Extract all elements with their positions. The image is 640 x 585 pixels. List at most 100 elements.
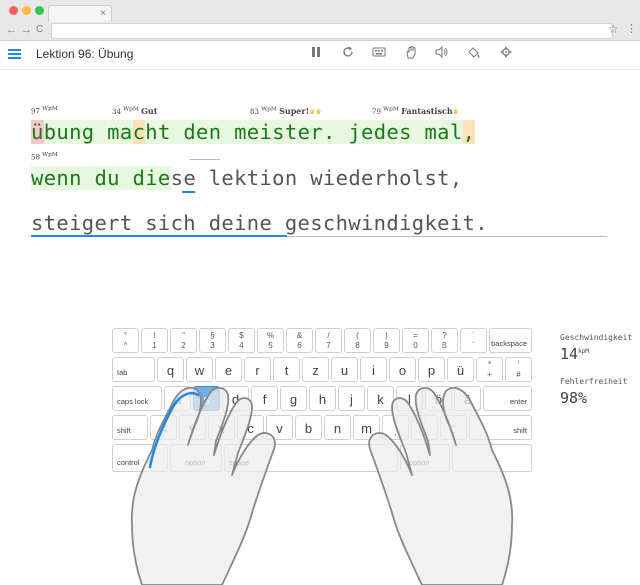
- key-w[interactable]: w: [186, 357, 213, 382]
- key-space[interactable]: space: [224, 444, 398, 472]
- forward-icon[interactable]: →: [21, 23, 32, 37]
- close-window-button[interactable]: [9, 6, 18, 15]
- key-f[interactable]: f: [251, 386, 278, 411]
- accuracy-value: 98%: [560, 389, 588, 407]
- key-1[interactable]: ! 1: [141, 328, 168, 353]
- key-l[interactable]: l: [396, 386, 423, 411]
- tab-close-icon[interactable]: ×: [100, 7, 106, 21]
- key-6[interactable]: & 6: [286, 328, 313, 353]
- key-d[interactable]: d: [222, 386, 249, 411]
- gear-icon[interactable]: [498, 46, 514, 61]
- wpm-marker: 97 WpM: [31, 106, 58, 116]
- key-oe[interactable]: ö: [425, 386, 452, 411]
- stats-panel: Geschwindigkeit 14kpM Fehlerfreiheit 98%: [560, 333, 640, 407]
- key-enter[interactable]: enter: [483, 386, 532, 411]
- key-accent[interactable]: ` ´: [460, 328, 487, 353]
- back-icon[interactable]: ←: [6, 23, 17, 37]
- key-comma[interactable]: ;,: [382, 415, 409, 440]
- key-3[interactable]: § 3: [199, 328, 226, 353]
- key-e[interactable]: e: [215, 357, 242, 382]
- key-period[interactable]: :.: [411, 415, 438, 440]
- key-a[interactable]: a: [164, 386, 191, 411]
- key-j[interactable]: j: [338, 386, 365, 411]
- key-ae[interactable]: ä: [454, 386, 481, 411]
- word-underline: [190, 159, 220, 160]
- key-ue[interactable]: ü: [447, 357, 474, 382]
- key-tab[interactable]: tab: [112, 357, 155, 382]
- key-5[interactable]: % 5: [257, 328, 284, 353]
- restart-icon[interactable]: [340, 46, 356, 61]
- browser-chrome: × ← → C ☆ ⋮: [0, 0, 640, 41]
- accuracy-label: Fehlerfreiheit: [560, 377, 628, 386]
- key-b[interactable]: b: [295, 415, 322, 440]
- key-minus[interactable]: _ -: [440, 415, 467, 440]
- pause-icon[interactable]: [308, 46, 324, 61]
- key-t[interactable]: t: [273, 357, 300, 382]
- wpm-marker: 79 WpM Fantastisch♛: [372, 106, 459, 116]
- progress-underline: [31, 235, 287, 237]
- reload-icon[interactable]: C: [36, 23, 43, 37]
- wpm-marker: 83 WpM Super!♛♛: [250, 106, 322, 116]
- key-o[interactable]: o: [389, 357, 416, 382]
- key-k[interactable]: k: [367, 386, 394, 411]
- key-2[interactable]: " 2: [170, 328, 197, 353]
- speed-label: Geschwindigkeit: [560, 333, 633, 342]
- key-4[interactable]: $4: [228, 328, 255, 353]
- line-underline: [287, 236, 607, 237]
- typed-char-error: ü: [31, 120, 44, 144]
- key-z[interactable]: z: [302, 357, 329, 382]
- key-m[interactable]: m: [353, 415, 380, 440]
- keyboard-icon[interactable]: [371, 46, 387, 61]
- key-shift-left[interactable]: shift: [112, 415, 148, 440]
- hand-icon[interactable]: [403, 45, 419, 62]
- key-8[interactable]: (8: [344, 328, 371, 353]
- key-control[interactable]: control: [112, 444, 168, 472]
- key-option-right[interactable]: option: [400, 444, 450, 472]
- key-eszett[interactable]: ? ß: [431, 328, 458, 353]
- typed-char-corrected: ,: [462, 120, 476, 144]
- key-less-than[interactable]: <: [150, 415, 177, 440]
- sound-icon[interactable]: [434, 45, 450, 61]
- browser-tab[interactable]: ×: [48, 5, 112, 22]
- hamburger-menu-icon[interactable]: [8, 49, 21, 59]
- key-h[interactable]: h: [309, 386, 336, 411]
- crown-icon: ♛: [452, 108, 459, 116]
- typed-text: wenn du die: [31, 166, 171, 190]
- key-9[interactable]: ) 9: [373, 328, 400, 353]
- key-v[interactable]: v: [266, 415, 293, 440]
- key-u[interactable]: u: [331, 357, 358, 382]
- key-backspace[interactable]: backspace: [489, 328, 532, 353]
- address-bar[interactable]: [51, 23, 613, 39]
- key-shift-right[interactable]: shift: [469, 415, 532, 440]
- text-line-3: steigert sich deine geschwindigkeit.: [31, 211, 488, 235]
- key-c[interactable]: c: [237, 415, 264, 440]
- key-p[interactable]: p: [418, 357, 445, 382]
- key-y[interactable]: y: [179, 415, 206, 440]
- key-blank[interactable]: [452, 444, 532, 472]
- key-x[interactable]: x: [208, 415, 235, 440]
- key-n[interactable]: n: [324, 415, 351, 440]
- key-r[interactable]: r: [244, 357, 271, 382]
- key-option-left[interactable]: option: [170, 444, 222, 472]
- typed-text: ht den meister. jedes mal: [145, 120, 463, 144]
- browser-menu-icon[interactable]: ⋮: [626, 22, 637, 35]
- key-0[interactable]: = 0: [402, 328, 429, 353]
- speed-value: 14kpM: [560, 345, 589, 363]
- key-circumflex[interactable]: ° ^: [112, 328, 139, 353]
- key-hash[interactable]: ' #: [505, 357, 532, 382]
- paint-bucket-icon[interactable]: [466, 46, 482, 62]
- key-plus[interactable]: * +: [476, 357, 503, 382]
- maximize-window-button[interactable]: [35, 6, 44, 15]
- key-7[interactable]: /7: [315, 328, 342, 353]
- key-caps-lock[interactable]: caps lock: [112, 386, 162, 411]
- typed-char-corrected: c: [132, 120, 146, 144]
- bookmark-star-icon[interactable]: ☆: [608, 22, 619, 36]
- key-s-active[interactable]: s: [193, 386, 220, 411]
- key-q[interactable]: q: [157, 357, 184, 382]
- minimize-window-button[interactable]: [22, 6, 31, 15]
- text-line-2: wenn du diese lektion wiederholst,: [31, 166, 463, 190]
- key-i[interactable]: i: [360, 357, 387, 382]
- key-g[interactable]: g: [280, 386, 307, 411]
- wpm-marker: 58 WpM: [31, 152, 58, 162]
- wpm-marker: 34 WpM Gut: [112, 106, 158, 116]
